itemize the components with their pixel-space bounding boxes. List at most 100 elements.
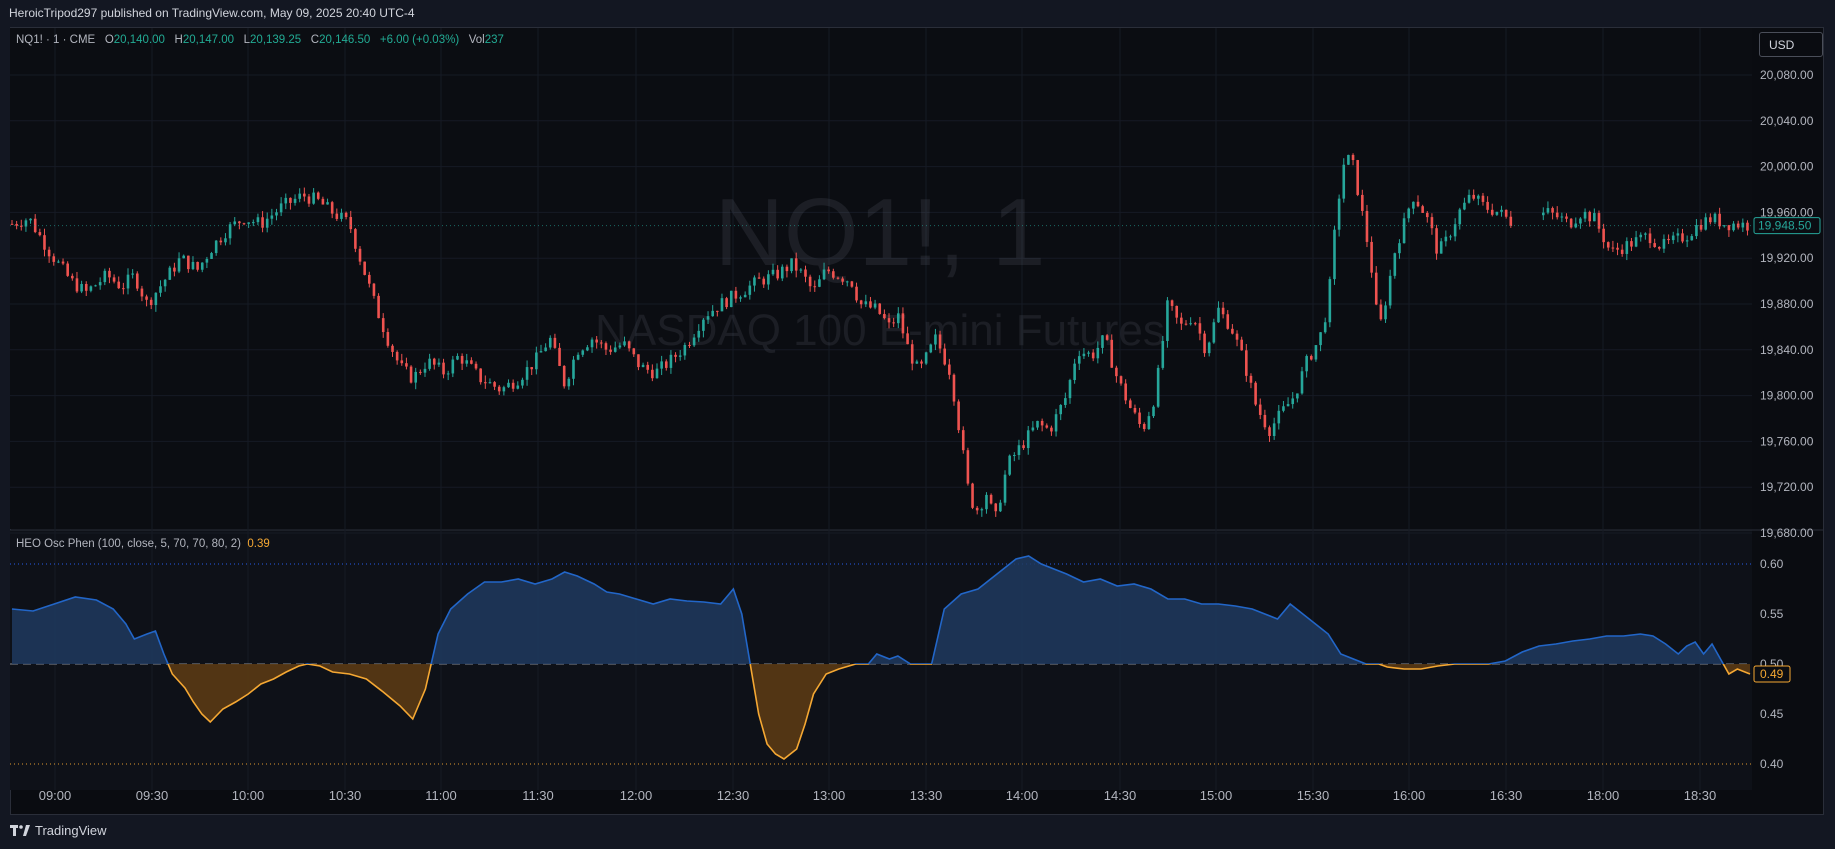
- candle-body: [1319, 332, 1322, 346]
- candle-body: [363, 261, 366, 275]
- candle-body: [1115, 367, 1118, 377]
- candle-body: [80, 284, 83, 292]
- candle-body: [242, 223, 246, 225]
- candle-body: [470, 360, 473, 364]
- candle-body: [934, 334, 937, 345]
- candle-body: [590, 339, 594, 348]
- candle-body: [1453, 224, 1457, 237]
- currency-button[interactable]: USD: [1759, 32, 1823, 57]
- symbol-name[interactable]: NQ1! · 1 · CME: [16, 34, 95, 46]
- candle-body: [381, 318, 385, 333]
- tradingview-brand[interactable]: TradingView: [10, 823, 107, 838]
- candle-body: [1166, 300, 1169, 341]
- candle-body: [623, 341, 626, 346]
- candle-body: [368, 274, 371, 284]
- candle-body: [1648, 233, 1652, 244]
- footer-bar: [0, 815, 1835, 849]
- candle-body: [818, 279, 821, 287]
- candle-body: [200, 262, 204, 270]
- candle-body: [108, 270, 111, 278]
- candle-body: [75, 278, 79, 292]
- candle-body: [716, 310, 719, 312]
- candle-body: [743, 294, 747, 298]
- candle-body: [1217, 307, 1220, 323]
- candle-body: [878, 303, 882, 314]
- high-label: H: [174, 34, 183, 46]
- candle-body: [1203, 333, 1206, 354]
- candle-body: [1282, 406, 1285, 411]
- candle-body: [762, 278, 766, 285]
- candle-body: [293, 198, 297, 203]
- candle-body: [140, 288, 144, 297]
- candle-body: [126, 274, 130, 289]
- candle-body: [43, 235, 46, 250]
- candle-body: [1212, 322, 1216, 343]
- candle-body: [516, 385, 520, 389]
- osc-y-tick-label: 0.60: [1760, 557, 1784, 571]
- candle-body: [1676, 233, 1680, 236]
- candle-body: [1430, 217, 1434, 229]
- candle-body: [651, 369, 654, 379]
- candle-body: [1435, 228, 1438, 254]
- x-tick-label: 15:00: [1200, 788, 1233, 803]
- candle-body: [1718, 213, 1721, 227]
- chart-canvas[interactable]: 09:00 09:30 10:00 10:30 11:00 11:30 12:00 12:30…: [0, 0, 1835, 849]
- candle-body: [975, 507, 979, 511]
- candle-body: [906, 333, 909, 345]
- candle-body: [1407, 208, 1411, 219]
- candle-body: [419, 371, 422, 373]
- candle-body: [1384, 305, 1387, 320]
- candle-body: [827, 269, 830, 272]
- candle-body: [1379, 304, 1383, 320]
- candle-body: [572, 359, 575, 379]
- candle-body: [1347, 154, 1350, 165]
- candle-body: [1370, 241, 1373, 273]
- x-tick-label: 09:00: [39, 788, 72, 803]
- candle-body: [1365, 210, 1369, 242]
- candle-body: [307, 196, 311, 204]
- candle-body: [456, 355, 459, 360]
- candle-body: [154, 292, 158, 306]
- candle-body: [1333, 229, 1336, 280]
- indicator-name[interactable]: HEO Osc Phen (100, close, 5, 70, 70, 80,…: [16, 538, 241, 550]
- candle-body: [391, 345, 394, 352]
- candle-body: [446, 373, 450, 375]
- candle-body: [1421, 206, 1424, 213]
- candle-body: [1110, 339, 1114, 368]
- open-value: 20,140.00: [113, 34, 165, 46]
- candle-body: [1727, 225, 1731, 231]
- candle-body: [1504, 209, 1508, 217]
- x-tick-label: 15:30: [1297, 788, 1330, 803]
- candle-body: [214, 240, 218, 254]
- candle-body: [869, 301, 872, 308]
- symbol-legend[interactable]: NQ1! · 1 · CME O20,140.00 H20,147.00 L20…: [16, 34, 504, 46]
- candle-body: [497, 386, 501, 392]
- candle-body: [613, 347, 617, 352]
- indicator-legend[interactable]: HEO Osc Phen (100, close, 5, 70, 70, 80,…: [16, 538, 270, 550]
- candle-body: [196, 261, 199, 270]
- candle-body: [720, 298, 724, 312]
- candle-body: [1569, 218, 1573, 228]
- candle-body: [135, 273, 139, 289]
- candle-body: [400, 360, 404, 364]
- candle-body: [776, 269, 779, 279]
- candle-body: [1500, 209, 1503, 212]
- y-tick-label: 19,840.00: [1760, 343, 1814, 357]
- candle-body: [1634, 237, 1638, 247]
- candle-body: [943, 348, 946, 365]
- candle-body: [163, 279, 167, 287]
- candle-body: [753, 277, 756, 286]
- candle-body: [980, 509, 984, 511]
- candle-body: [437, 362, 441, 365]
- x-tick-label: 18:30: [1684, 788, 1717, 803]
- candle-body: [581, 350, 585, 355]
- candle-body: [1546, 208, 1550, 213]
- candle-body: [521, 379, 524, 386]
- candle-body: [887, 318, 891, 323]
- candle-body: [1509, 216, 1513, 226]
- candle-body: [1458, 209, 1462, 225]
- candle-body: [52, 256, 56, 262]
- candle-body: [1704, 217, 1708, 230]
- candle-body: [664, 361, 668, 368]
- candle-body: [558, 347, 561, 366]
